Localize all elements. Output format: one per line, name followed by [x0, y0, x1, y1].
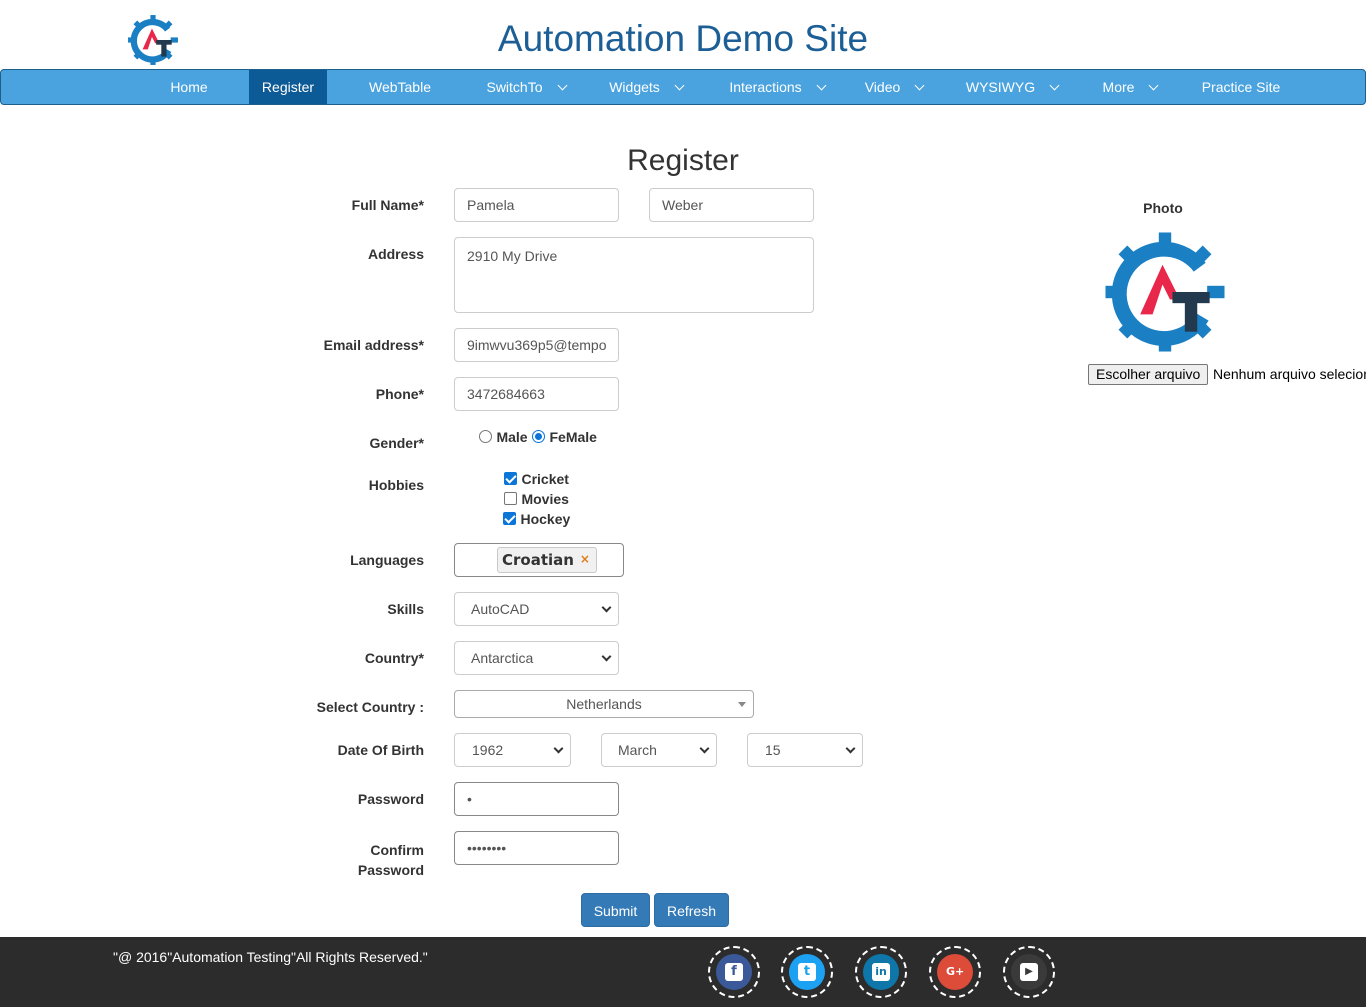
nav-interactions[interactable]: Interactions — [713, 70, 841, 104]
gender-female-radio[interactable] — [532, 430, 546, 444]
main-navbar: Home Register WebTable SwitchTo Widgets … — [0, 69, 1366, 105]
email-label: Email address* — [323, 337, 424, 353]
dob-label: Date Of Birth — [337, 742, 424, 758]
remove-tag-icon[interactable]: × — [580, 547, 590, 571]
footer-copyright: "@ 2016"Automation Testing"All Rights Re… — [113, 949, 428, 965]
linkedin-icon: in — [863, 954, 899, 990]
hobby-hockey: Hockey — [503, 510, 570, 528]
nav-wysiwyg[interactable]: WYSIWYG — [954, 70, 1070, 104]
photo-preview-image — [1103, 230, 1227, 354]
hobby-cricket-checkbox[interactable] — [504, 472, 517, 486]
hobby-cricket-label: Cricket — [521, 470, 569, 487]
password-input[interactable]: • — [454, 782, 619, 816]
youtube-icon: ▶ — [1011, 954, 1047, 990]
select-country-label: Select Country : — [316, 699, 424, 715]
confirm-password-input[interactable]: •••••••• — [454, 831, 619, 865]
twitter-icon: t — [789, 954, 825, 990]
chevron-down-icon — [845, 743, 856, 754]
last-name-input[interactable]: Weber — [649, 188, 814, 222]
languages-multiselect[interactable]: Croatian × — [454, 543, 624, 577]
nav-switchto[interactable]: SwitchTo — [471, 70, 581, 104]
dob-year-select[interactable]: 1962 — [454, 733, 571, 767]
no-file-text: Nenhum arquivo selecionado — [1213, 366, 1366, 382]
refresh-button[interactable]: Refresh — [654, 893, 729, 927]
twitter-link[interactable]: t — [781, 946, 833, 998]
confirm-password-label: Confirm Password — [357, 842, 424, 878]
nav-home[interactable]: Home — [149, 70, 229, 104]
hobby-movies-label: Movies — [521, 490, 569, 507]
address-textarea[interactable]: 2910 My Drive — [454, 237, 814, 313]
chevron-down-icon — [1149, 80, 1159, 91]
skills-label: Skills — [387, 601, 424, 617]
phone-input[interactable]: 3472684663 — [454, 377, 619, 411]
hobbies-label: Hobbies — [368, 477, 424, 493]
linkedin-link[interactable]: in — [855, 946, 907, 998]
nav-video[interactable]: Video — [853, 70, 935, 104]
gender-female-label: FeMale — [549, 428, 597, 445]
gender-male-label: Male — [496, 428, 528, 445]
hobby-movies: Movies — [504, 490, 569, 508]
chevron-down-icon — [674, 80, 685, 91]
password-label: Password — [357, 791, 424, 807]
nav-webtable[interactable]: WebTable — [356, 70, 444, 104]
google-plus-link[interactable]: G+ — [929, 946, 981, 998]
nav-widgets[interactable]: Widgets — [596, 70, 696, 104]
facebook-icon: f — [716, 954, 752, 990]
gender-label: Gender* — [369, 435, 424, 451]
chevron-down-icon — [601, 602, 612, 613]
nav-practice-site[interactable]: Practice Site — [1189, 70, 1293, 104]
first-name-input[interactable]: Pamela — [454, 188, 619, 222]
hobby-cricket: Cricket — [504, 470, 569, 488]
skills-select[interactable]: AutoCAD — [454, 592, 619, 626]
hobby-movies-checkbox[interactable] — [504, 492, 517, 506]
chevron-down-icon — [699, 743, 710, 754]
page-title: Register — [627, 144, 739, 177]
chevron-down-icon — [914, 80, 925, 91]
google-plus-icon: G+ — [937, 954, 973, 990]
full-name-label: Full Name* — [351, 197, 424, 213]
phone-label: Phone* — [375, 386, 424, 402]
nav-register[interactable]: Register — [249, 70, 327, 104]
languages-label: Languages — [350, 552, 424, 568]
chevron-down-icon — [553, 743, 564, 754]
gender-group: Male FeMale — [479, 428, 597, 446]
country-select[interactable]: Antarctica — [454, 641, 619, 675]
chevron-down-icon — [816, 80, 827, 91]
site-title: Automation Demo Site — [497, 18, 869, 59]
chevron-down-icon — [1049, 80, 1060, 91]
address-text: 2910 My Drive — [467, 248, 558, 264]
dropdown-arrow-icon — [738, 702, 746, 707]
hobby-hockey-checkbox[interactable] — [503, 512, 516, 526]
language-tag-croatian: Croatian × — [497, 547, 597, 573]
facebook-link[interactable]: f — [708, 946, 760, 998]
email-input[interactable]: 9imwvu369p5@tempo — [454, 328, 619, 362]
submit-button[interactable]: Submit — [581, 893, 650, 927]
chevron-down-icon — [601, 651, 612, 662]
address-label: Address — [367, 246, 424, 262]
select-country-combobox[interactable]: Netherlands — [454, 690, 754, 718]
youtube-link[interactable]: ▶ — [1003, 946, 1055, 998]
gender-male-radio[interactable] — [479, 430, 492, 444]
choose-file-button[interactable]: Escolher arquivo — [1088, 364, 1209, 385]
country-label: Country* — [364, 650, 424, 666]
dob-month-select[interactable]: March — [601, 733, 717, 767]
nav-more[interactable]: More — [1091, 70, 1169, 104]
dob-day-select[interactable]: 15 — [747, 733, 863, 767]
footer — [0, 937, 1366, 1007]
chevron-down-icon — [557, 80, 567, 91]
photo-label: Photo — [1143, 200, 1183, 216]
hobby-hockey-label: Hockey — [520, 510, 571, 527]
